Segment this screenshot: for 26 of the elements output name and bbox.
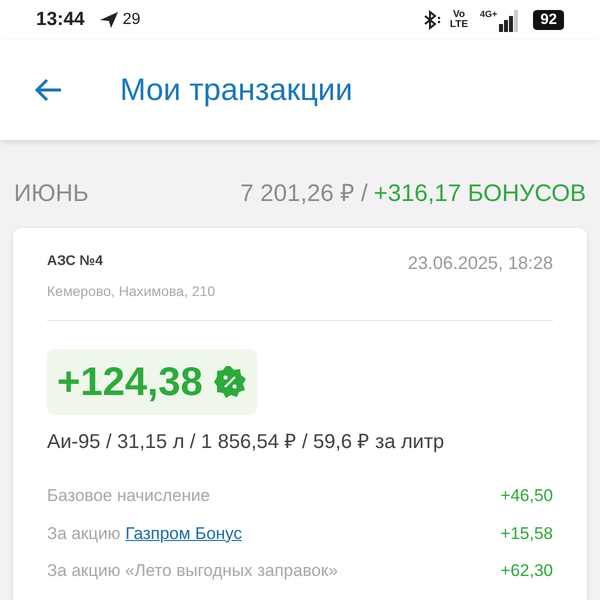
volte-indicator: Vo LTE <box>450 10 468 30</box>
percent-badge-icon <box>212 365 247 399</box>
transaction-date: 23.06.2025, 18:28 <box>408 252 553 275</box>
month-total: 7 201,26 ₽ / <box>240 179 368 209</box>
station-address: Кемерово, Нахимова, 210 <box>47 282 216 301</box>
accrual-amount: +46,50 <box>500 485 553 507</box>
month-bonus: +316,17 БОНУСОВ <box>374 179 586 209</box>
transaction-card[interactable]: АЗС №4 Кемерово, Нахимова, 210 23.06.2025, 18:28 +124,38 Аи-95 / 31,15 л / 1 856,54 ₽ / 59,6 ₽ за литр Базовое начисление +46,50 За акцию Газпром Бонус +15,58 За акцию «Лето выгодных заправок» +62,30 <box>13 228 587 600</box>
battery-level: 92 <box>533 10 564 30</box>
fuel-details: Аи-95 / 31,15 л / 1 856,54 ₽ / 59,6 ₽ за литр <box>47 430 446 455</box>
accrual-amount: +62,30 <box>500 560 553 582</box>
page-title: Мои транзакции <box>120 70 353 109</box>
temperature: 29 <box>122 10 140 30</box>
promo-link[interactable]: Газпром Бонус <box>125 520 242 546</box>
bonus-badge: +124,38 <box>47 349 257 415</box>
network-type: 4G+ <box>480 8 498 21</box>
bluetooth-icon <box>422 10 442 30</box>
accrual-label: За акцию <box>47 522 120 544</box>
station-name: АЗС №4 <box>47 251 104 270</box>
accrual-label: Базовое начисление <box>47 485 210 507</box>
accrual-label: За акцию «Лето выгодных заправок» <box>47 560 338 582</box>
accrual-amount: +15,58 <box>500 522 553 544</box>
signal-icon <box>499 10 520 32</box>
navigation-icon <box>98 11 119 29</box>
month-label: ИЮНЬ <box>14 179 89 209</box>
status-time: 13:44 <box>36 8 85 32</box>
